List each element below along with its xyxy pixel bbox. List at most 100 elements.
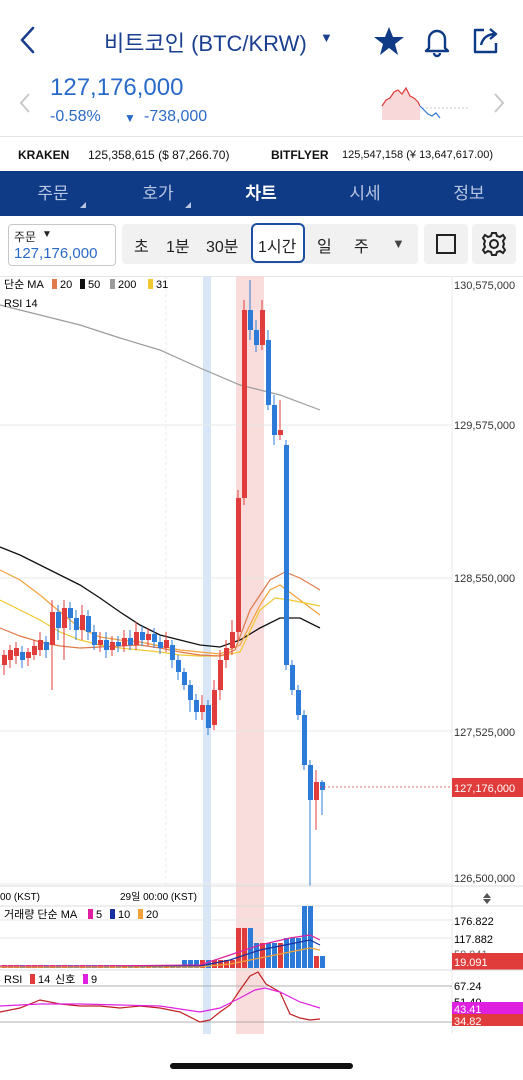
candle (212, 690, 217, 725)
tab-label: 정보 (453, 184, 485, 203)
ma-period: 20 (60, 279, 72, 291)
rsi-pane-label: RSI (4, 974, 22, 986)
candle (236, 498, 241, 632)
drawing-tool-button[interactable] (424, 224, 468, 264)
candle (128, 638, 133, 645)
candlestick-series (2, 280, 325, 886)
candle (122, 638, 127, 646)
volume-ma-period: 20 (146, 909, 158, 921)
exchange-bitflyer: BITFLYER (271, 148, 329, 162)
legend-swatch (52, 279, 57, 289)
candle (80, 615, 85, 630)
share-icon[interactable] (468, 24, 502, 58)
timeframe-more-caret-icon[interactable]: ▼ (392, 236, 405, 251)
corner-triangle-icon (80, 202, 86, 208)
time-label: 00 (KST) (0, 892, 40, 903)
volume-bar (260, 943, 265, 968)
ma-legend: 단순 MA (4, 278, 44, 291)
candle (8, 650, 13, 660)
page-title[interactable]: 비트코인 (BTC/KRW) (104, 26, 307, 58)
order-price: 127,176,000 (14, 245, 98, 262)
ma-period: 50 (88, 279, 100, 291)
timeframe-30min[interactable]: 30분 (206, 233, 239, 257)
candle (2, 655, 7, 665)
candle (266, 340, 271, 405)
candle (68, 608, 73, 618)
volume-bar (308, 906, 313, 968)
candle (14, 648, 19, 656)
tab-orderbook[interactable]: 호가 (135, 171, 191, 216)
candle (308, 765, 313, 800)
candle (140, 632, 145, 640)
corner-triangle-icon (185, 202, 191, 208)
timeframe-day[interactable]: 일 (317, 233, 332, 257)
divider (0, 136, 523, 137)
candle (170, 645, 175, 660)
time-label: 29일 00:00 (KST) (120, 891, 197, 903)
next-coin-arrow-icon[interactable] (488, 90, 508, 116)
candle (254, 330, 259, 345)
tab-market[interactable]: 시세 (342, 171, 388, 216)
tab-label: 주문 (37, 184, 69, 203)
back-arrow-icon[interactable] (14, 22, 44, 58)
candle (92, 632, 97, 645)
rsi-signal-label: 신호 (55, 973, 75, 986)
gear-icon (481, 232, 507, 256)
candle (134, 632, 139, 645)
candle (284, 445, 289, 665)
legend-swatch (110, 279, 115, 289)
bell-icon[interactable] (420, 24, 454, 58)
exchange-bitflyer-value: 125,547,158 (¥ 13,647,617.00) (342, 149, 494, 161)
timeframe-1min[interactable]: 1분 (166, 233, 190, 257)
ma-period: 200 (118, 279, 136, 291)
candle (176, 660, 181, 672)
volume-value-tag-label: 19.091 (454, 957, 488, 969)
candle (218, 660, 223, 690)
candle (248, 310, 253, 330)
candle (182, 672, 187, 685)
candle (230, 632, 235, 648)
volume-bar (290, 938, 295, 968)
mini-price-chart[interactable] (380, 80, 472, 124)
volume-axis-label: 117.882 (454, 934, 493, 946)
timeframe-week[interactable]: 주 (354, 233, 369, 257)
tab-order[interactable]: 주문 (30, 171, 86, 216)
ma-200-line (0, 304, 321, 411)
price-chart[interactable]: 130,575,000 129,575,000 128,550,000 127,… (0, 276, 523, 1036)
exchange-kraken: KRAKEN (18, 148, 69, 162)
chart-settings-button[interactable] (472, 224, 516, 264)
candle (110, 642, 115, 650)
down-triangle-icon: ▼ (124, 111, 136, 125)
square-icon (436, 234, 456, 254)
candle (164, 640, 169, 648)
price-axis-label: 128,550,000 (454, 573, 515, 585)
legend-swatch (110, 909, 115, 919)
legend-swatch (148, 279, 153, 289)
star-icon[interactable] (372, 24, 406, 58)
caret-down-icon[interactable]: ▼ (320, 30, 333, 45)
change-amount: -738,000 (144, 108, 208, 125)
exchange-name: KRAKEN (18, 148, 70, 162)
candle (158, 642, 163, 648)
ma-50-line (0, 546, 321, 648)
candle (26, 652, 31, 658)
volume-ma-period: 10 (118, 909, 130, 921)
volume-ma-period: 5 (96, 909, 102, 921)
volume-bar (302, 906, 307, 968)
pane-resize-handle-icon[interactable] (483, 893, 491, 904)
timeframe-1hour[interactable]: 1시간 (258, 233, 296, 257)
main-nav-tabs: 주문 호가 차트 시세 정보 (0, 171, 523, 216)
volume-legend-label: 거래량 단순 MA (4, 908, 78, 921)
tab-label: 시세 (349, 184, 381, 203)
candle (200, 705, 205, 712)
ma-period: 31 (156, 279, 168, 291)
exchange-name: BITFLYER (271, 148, 329, 162)
candle (188, 685, 193, 700)
candle (296, 690, 301, 715)
candle (104, 640, 109, 650)
timeframe-tick[interactable]: 초 (134, 233, 149, 257)
tab-info[interactable]: 정보 (446, 171, 492, 216)
candle (56, 612, 61, 628)
tab-chart[interactable]: 차트 (238, 171, 284, 216)
prev-coin-arrow-icon[interactable] (16, 90, 36, 116)
